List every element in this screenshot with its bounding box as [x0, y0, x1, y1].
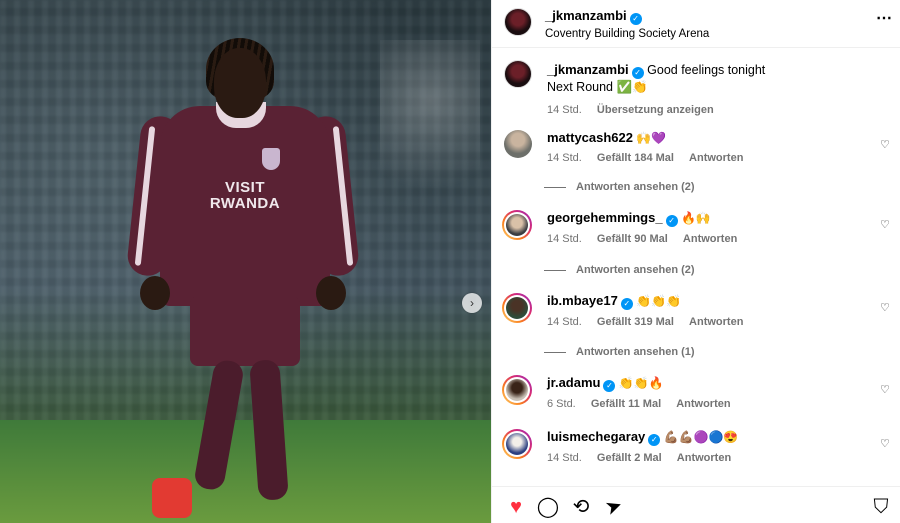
author-block: _jkmanzambi ✓ Coventry Building Society A…: [545, 7, 709, 40]
view-replies-label: Antworten ansehen (2): [576, 181, 695, 193]
comment-text: 🙌💜: [636, 131, 667, 145]
comment-body: georgehemmings_ ✓ 🔥🙌 14 Std. Gefällt 90 M…: [547, 210, 877, 245]
comment-text: 💪🏽💪🏽🟣🔵😍: [663, 430, 739, 444]
view-replies-button[interactable]: Antworten ansehen (2): [544, 181, 695, 193]
reply-button[interactable]: Antworten: [676, 398, 730, 410]
shorts: [190, 296, 300, 366]
comment-likes[interactable]: Gefällt 90 Mal: [597, 233, 668, 245]
left-hand: [140, 276, 170, 310]
comment-time: 14 Std.: [547, 452, 582, 464]
comment-time: 14 Std.: [547, 152, 582, 164]
commenter-username[interactable]: georgehemmings_: [547, 210, 663, 225]
comment-text: 👏👏🔥: [618, 376, 664, 390]
right-leg: [249, 359, 289, 501]
caption-body: _jkmanzambi ✓ Good feelings tonight Next …: [547, 62, 887, 116]
like-heart-icon[interactable]: ♡: [880, 218, 892, 231]
club-crest: [262, 148, 280, 170]
commenter-username[interactable]: luismechegaray: [547, 429, 645, 444]
post-sidebar: _jkmanzambi ✓ Coventry Building Society A…: [491, 0, 900, 523]
commenter-avatar[interactable]: [502, 429, 532, 459]
verified-badge-icon: ✓: [665, 215, 678, 227]
comment-item: jr.adamu ✓ 👏👏🔥 6 Std. Gefällt 11 Mal Antw…: [502, 375, 892, 425]
like-heart-icon[interactable]: ♡: [880, 138, 892, 151]
boot: [152, 478, 192, 518]
more-options-icon[interactable]: ⋯: [876, 8, 893, 28]
caption-text-line2: Next Round ✅👏: [547, 80, 648, 94]
verified-badge-icon: ✓: [631, 67, 644, 79]
divider: [544, 186, 566, 188]
commenter-avatar[interactable]: [502, 293, 532, 323]
head: [214, 48, 266, 118]
share-icon[interactable]: ➤: [599, 493, 629, 522]
view-replies-button[interactable]: Antworten ansehen (2): [544, 264, 695, 276]
comment-item: ib.mbaye17 ✓ 👏👏👏 14 Std. Gefällt 319 Mal …: [502, 293, 892, 353]
post-header: _jkmanzambi ✓ Coventry Building Society A…: [492, 0, 900, 48]
comment-icon[interactable]: ◯: [536, 496, 560, 518]
reply-button[interactable]: Antworten: [683, 233, 737, 245]
comment-body: jr.adamu ✓ 👏👏🔥 6 Std. Gefällt 11 Mal Antw…: [547, 375, 877, 410]
commenter-username[interactable]: jr.adamu: [547, 375, 600, 390]
comment-body: mattycash622 🙌💜 14 Std. Gefällt 184 Mal …: [547, 130, 877, 164]
comment-body: luismechegaray ✓ 💪🏽💪🏽🟣🔵😍 14 Std. Gefällt …: [547, 429, 877, 464]
comment-likes[interactable]: Gefällt 11 Mal: [591, 398, 661, 410]
verified-badge-icon: ✓: [620, 298, 633, 310]
action-bar: ♥ ◯ ⟲ ➤ ⛉: [492, 486, 900, 523]
bookmark-icon[interactable]: ⛉: [869, 496, 893, 518]
comment-time: 6 Std.: [547, 398, 576, 410]
divider: [544, 269, 566, 271]
comment-likes[interactable]: Gefällt 184 Mal: [597, 152, 674, 164]
author-username[interactable]: _jkmanzambi: [545, 8, 627, 23]
comment-text: 👏👏👏: [636, 294, 681, 308]
reply-button[interactable]: Antworten: [677, 452, 731, 464]
player-figure: VISIT RWANDA: [120, 30, 380, 523]
view-replies-button[interactable]: Antworten ansehen (1): [544, 346, 695, 358]
verified-badge-icon: ✓: [648, 434, 661, 446]
stadium-lights: [380, 40, 480, 240]
commenter-username[interactable]: ib.mbaye17: [547, 293, 618, 308]
like-heart-icon[interactable]: ♡: [880, 383, 892, 396]
right-hand: [316, 276, 346, 310]
left-leg: [192, 358, 246, 492]
repost-icon[interactable]: ⟲: [569, 496, 593, 518]
comment-item: luismechegaray ✓ 💪🏽💪🏽🟣🔵😍 14 Std. Gefällt …: [502, 429, 892, 479]
shirt-sponsor: VISIT RWANDA: [209, 179, 281, 212]
reply-button[interactable]: Antworten: [689, 152, 743, 164]
caption-username[interactable]: _jkmanzambi: [547, 62, 629, 77]
commenter-avatar[interactable]: [504, 130, 532, 158]
comment-body: ib.mbaye17 ✓ 👏👏👏 14 Std. Gefällt 319 Mal …: [547, 293, 877, 328]
verified-badge-icon: ✓: [629, 13, 642, 25]
view-replies-label: Antworten ansehen (1): [576, 346, 695, 358]
comment-time: 14 Std.: [547, 233, 582, 245]
like-heart-icon[interactable]: ♡: [880, 437, 892, 450]
divider: [544, 351, 566, 353]
comment-likes[interactable]: Gefällt 2 Mal: [597, 452, 662, 464]
carousel-next-button[interactable]: ›: [462, 293, 482, 313]
author-avatar[interactable]: [504, 8, 532, 36]
comment-item: georgehemmings_ ✓ 🔥🙌 14 Std. Gefällt 90 M…: [502, 210, 892, 270]
verified-badge-icon: ✓: [603, 380, 616, 392]
translate-link[interactable]: Übersetzung anzeigen: [597, 104, 714, 116]
comment-text: 🔥🙌: [680, 211, 711, 225]
caption-time: 14 Std.: [547, 104, 582, 116]
caption-avatar[interactable]: [504, 60, 532, 88]
commenter-avatar[interactable]: [502, 375, 532, 405]
post-photo: VISIT RWANDA ›: [0, 0, 491, 523]
comment-likes[interactable]: Gefällt 319 Mal: [597, 316, 674, 328]
like-heart-icon[interactable]: ♥: [504, 496, 528, 518]
reply-button[interactable]: Antworten: [689, 316, 743, 328]
commenter-avatar[interactable]: [502, 210, 532, 240]
chevron-right-icon: ›: [470, 296, 474, 310]
view-replies-label: Antworten ansehen (2): [576, 264, 695, 276]
commenter-username[interactable]: mattycash622: [547, 130, 633, 145]
comment-time: 14 Std.: [547, 316, 582, 328]
post-location[interactable]: Coventry Building Society Arena: [545, 28, 709, 40]
caption-text-line1: Good feelings tonight: [647, 63, 766, 77]
like-heart-icon[interactable]: ♡: [880, 301, 892, 314]
